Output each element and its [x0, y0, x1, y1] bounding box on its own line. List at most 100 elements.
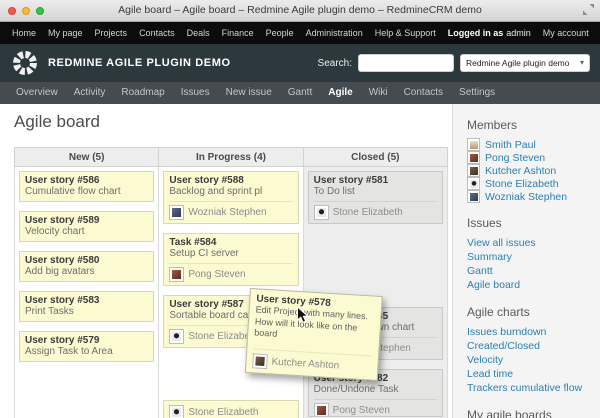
issue-card[interactable]: User story #588 Backlog and sprint pl Wo…: [163, 171, 298, 224]
top-menu-help[interactable]: Help & Support: [375, 28, 436, 38]
current-user-link[interactable]: admin: [506, 28, 531, 38]
close-button[interactable]: [8, 7, 16, 15]
sidebar-link-summary[interactable]: Summary: [467, 250, 594, 264]
avatar: [467, 177, 480, 190]
agile-board: New (5) In Progress (4) Closed (5) User …: [14, 147, 448, 418]
member-row: Stone Elizabeth: [467, 177, 594, 190]
issues-heading: Issues: [467, 216, 594, 230]
minimize-button[interactable]: [22, 7, 30, 15]
board-header: New (5) In Progress (4) Closed (5): [14, 147, 448, 167]
issue-card[interactable]: Task #584 Setup CI server Pong Steven: [163, 233, 298, 286]
sidebar-link-lead-time[interactable]: Lead time: [467, 367, 594, 381]
sidebar-link-agile-board[interactable]: Agile board: [467, 278, 594, 292]
issue-card[interactable]: User story #589 Velocity chart: [19, 211, 154, 242]
avatar: [314, 205, 329, 220]
member-link[interactable]: Kutcher Ashton: [485, 164, 556, 178]
issue-link[interactable]: User story #580: [25, 255, 148, 266]
member-link[interactable]: Smith Paul: [485, 138, 536, 152]
avatar: [467, 190, 480, 203]
tab-issues[interactable]: Issues: [173, 82, 218, 104]
issue-link[interactable]: User story #586: [25, 175, 148, 186]
issue-assignee: Pong Steven: [169, 263, 292, 282]
tab-settings[interactable]: Settings: [451, 82, 503, 104]
issue-card[interactable]: User story #581 To Do list Stone Elizabe…: [308, 171, 443, 224]
assignee-name: Kutcher Ashton: [271, 356, 339, 371]
issue-link[interactable]: User story #581: [314, 175, 437, 186]
search-input[interactable]: [358, 54, 454, 72]
issue-subject: To Do list: [314, 186, 437, 198]
issue-card[interactable]: User story #580 Add big avatars: [19, 251, 154, 282]
issue-link[interactable]: User story #589: [25, 215, 148, 226]
issue-subject: Edit Project with many lines. How will i…: [254, 304, 375, 346]
project-selector-value: Redmine Agile plugin demo: [466, 58, 569, 68]
tab-activity[interactable]: Activity: [66, 82, 114, 104]
assignee-name: Stone Elizabeth: [333, 206, 403, 219]
avatar: [169, 205, 184, 220]
tab-agile[interactable]: Agile: [320, 82, 360, 104]
issue-subject: Assign Task to Area: [25, 346, 148, 358]
avatar: [467, 138, 480, 151]
search-label: Search:: [318, 58, 352, 69]
issue-subject: Done/Undone Task: [314, 384, 437, 396]
sidebar-link-view-all-issues[interactable]: View all issues: [467, 236, 594, 250]
project-menu: Overview Activity Roadmap Issues New iss…: [0, 82, 600, 104]
sidebar-link-velocity[interactable]: Velocity: [467, 353, 594, 367]
app-header: REDMINE AGILE PLUGIN DEMO Search: Redmin…: [0, 44, 600, 82]
my-agile-boards-heading: My agile boards: [467, 408, 594, 418]
issue-link[interactable]: Task #584: [169, 237, 292, 248]
avatar: [467, 151, 480, 164]
top-menu-deals[interactable]: Deals: [187, 28, 210, 38]
issue-link[interactable]: User story #579: [25, 335, 148, 346]
sidebar-link-trackers-cumulative-flow[interactable]: Trackers cumulative flow: [467, 381, 594, 395]
assignee-name: Pong Steven: [188, 268, 245, 281]
issue-card-partial[interactable]: Stone Elizabeth: [163, 400, 298, 418]
member-link[interactable]: Pong Steven: [485, 151, 545, 165]
issue-link[interactable]: User story #583: [25, 295, 148, 306]
member-link[interactable]: Wozniak Stephen: [485, 190, 567, 204]
top-menu-home[interactable]: Home: [12, 28, 36, 38]
tab-new-issue[interactable]: New issue: [218, 82, 280, 104]
app-window: Agile board – Agile board – Redmine Agil…: [0, 0, 600, 418]
issue-link[interactable]: User story #588: [169, 175, 292, 186]
assignee-name: Pong Steven: [333, 404, 390, 417]
top-menu-projects[interactable]: Projects: [95, 28, 128, 38]
member-link[interactable]: Stone Elizabeth: [485, 177, 559, 191]
top-menu-finance[interactable]: Finance: [222, 28, 254, 38]
top-menu-contacts[interactable]: Contacts: [139, 28, 175, 38]
tab-roadmap[interactable]: Roadmap: [113, 82, 172, 104]
chevron-down-icon: ▾: [580, 59, 584, 67]
tab-wiki[interactable]: Wiki: [361, 82, 396, 104]
issue-assignee: Stone Elizabeth: [169, 404, 292, 418]
issue-subject: Print Tasks: [25, 306, 148, 318]
issue-card[interactable]: User story #579 Assign Task to Area: [19, 331, 154, 362]
issue-card[interactable]: User story #583 Print Tasks: [19, 291, 154, 322]
top-menu: Home My page Projects Contacts Deals Fin…: [0, 22, 600, 44]
my-account-link[interactable]: My account: [543, 28, 589, 38]
zoom-button[interactable]: [36, 7, 44, 15]
issue-subject: Backlog and sprint pl: [169, 186, 292, 198]
issue-card[interactable]: User story #586 Cumulative flow chart: [19, 171, 154, 202]
sidebar-link-gantt[interactable]: Gantt: [467, 264, 594, 278]
top-menu-people[interactable]: People: [266, 28, 294, 38]
issue-subject: Velocity chart: [25, 226, 148, 238]
top-menu-administration[interactable]: Administration: [306, 28, 363, 38]
tab-gantt[interactable]: Gantt: [280, 82, 320, 104]
issue-assignee: Pong Steven: [314, 399, 437, 417]
avatar: [467, 164, 480, 177]
issue-subject: Cumulative flow chart: [25, 186, 148, 198]
tab-overview[interactable]: Overview: [8, 82, 66, 104]
board-body: User story #586 Cumulative flow chart Us…: [14, 167, 448, 418]
column-header-closed: Closed (5): [303, 147, 448, 167]
dragged-issue-card[interactable]: User story #578 Edit Project with many l…: [245, 288, 383, 380]
avatar: [252, 353, 268, 369]
top-menu-my-page[interactable]: My page: [48, 28, 83, 38]
project-selector[interactable]: Redmine Agile plugin demo ▾: [460, 54, 590, 72]
sidebar-link-created-closed[interactable]: Created/Closed: [467, 339, 594, 353]
member-row: Pong Steven: [467, 151, 594, 164]
avatar: [169, 267, 184, 282]
sidebar-link-issues-burndown[interactable]: Issues burndown: [467, 325, 594, 339]
tab-contacts[interactable]: Contacts: [396, 82, 451, 104]
fullscreen-arrows-icon[interactable]: [583, 4, 594, 15]
column-header-new: New (5): [14, 147, 158, 167]
window-controls: [8, 7, 44, 15]
